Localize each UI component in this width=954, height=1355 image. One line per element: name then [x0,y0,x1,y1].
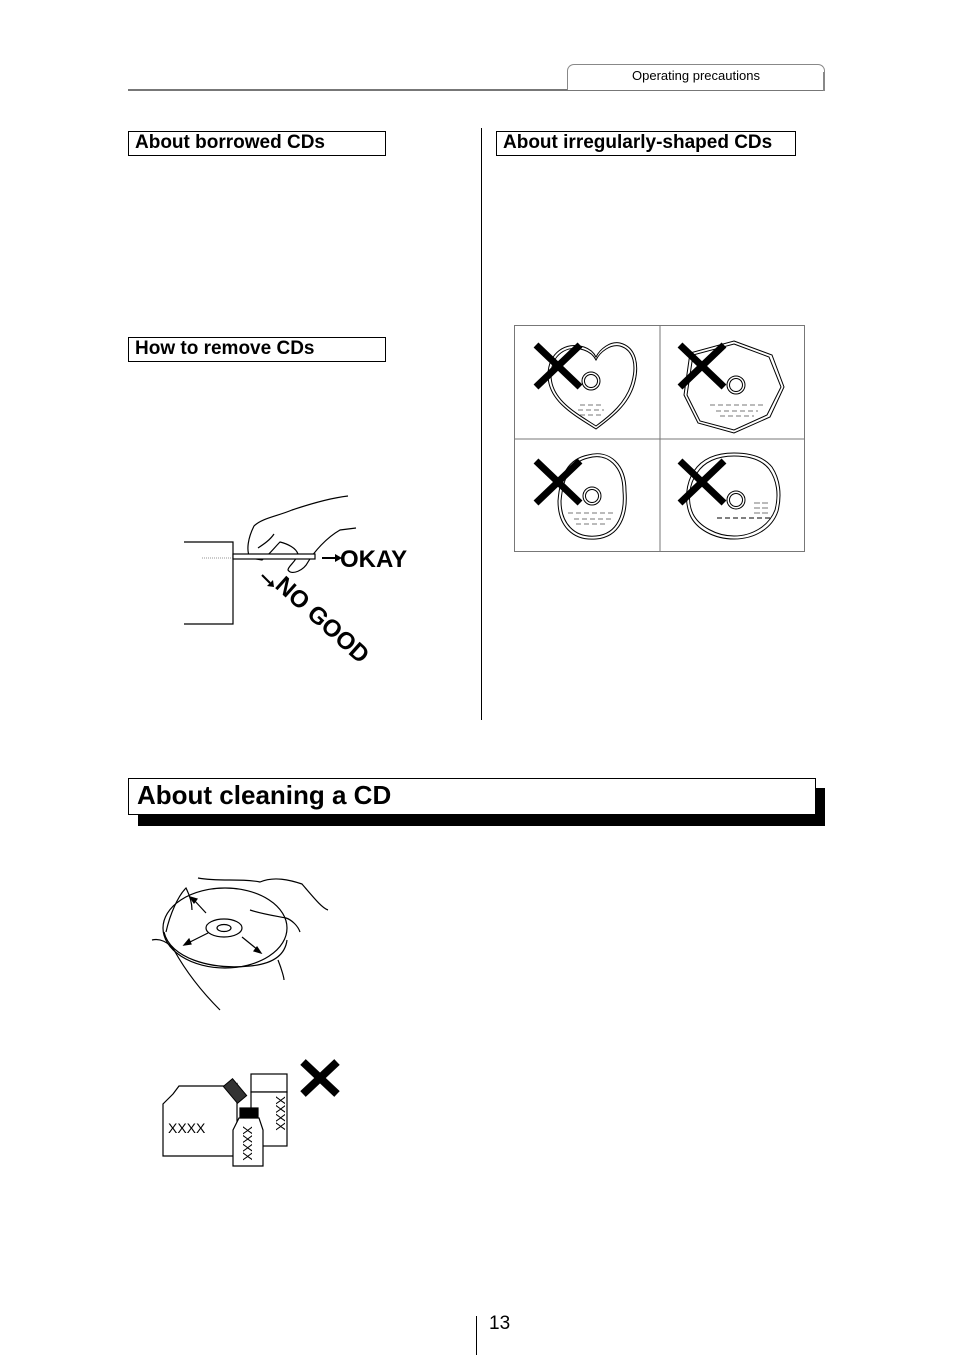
solvent-container-icon: XXXX [162,1082,238,1157]
player-slot-icon [184,541,234,625]
bottle-label-2: XXXX [240,1126,255,1161]
solvent-warning-illustration: XXXX XXXX XXXX [162,1059,340,1167]
bottle-label-1: XXXX [273,1096,288,1131]
okay-label: OKAY [340,546,407,573]
okay-arrow-icon [322,554,342,562]
no-good-label: NO GOOD [270,571,374,669]
remove-cd-illustration: OKAY NO GOOD [184,495,407,669]
disc-icon [162,887,288,969]
cross-icon [300,1059,340,1097]
section-tab: Operating precautions [567,64,825,90]
column-divider [481,128,482,720]
hand-icon [151,877,329,1011]
page-number: 13 [489,1313,511,1334]
container-label: XXXX [168,1120,206,1136]
no-good-arrow-icon [261,574,274,587]
wipe-cd-illustration [151,877,329,1011]
disc-icon [232,553,316,560]
heading-cleaning-cd: About cleaning a CD [128,778,816,815]
irregular-shapes-grid [514,325,805,552]
heading-irregular-cds: About irregularly-shaped CDs [496,131,796,156]
footer-rule [476,1316,477,1355]
section-tab-edge [823,72,825,91]
heading-borrowed-cds: About borrowed CDs [128,131,386,156]
heading-remove-cds: How to remove CDs [128,337,386,362]
